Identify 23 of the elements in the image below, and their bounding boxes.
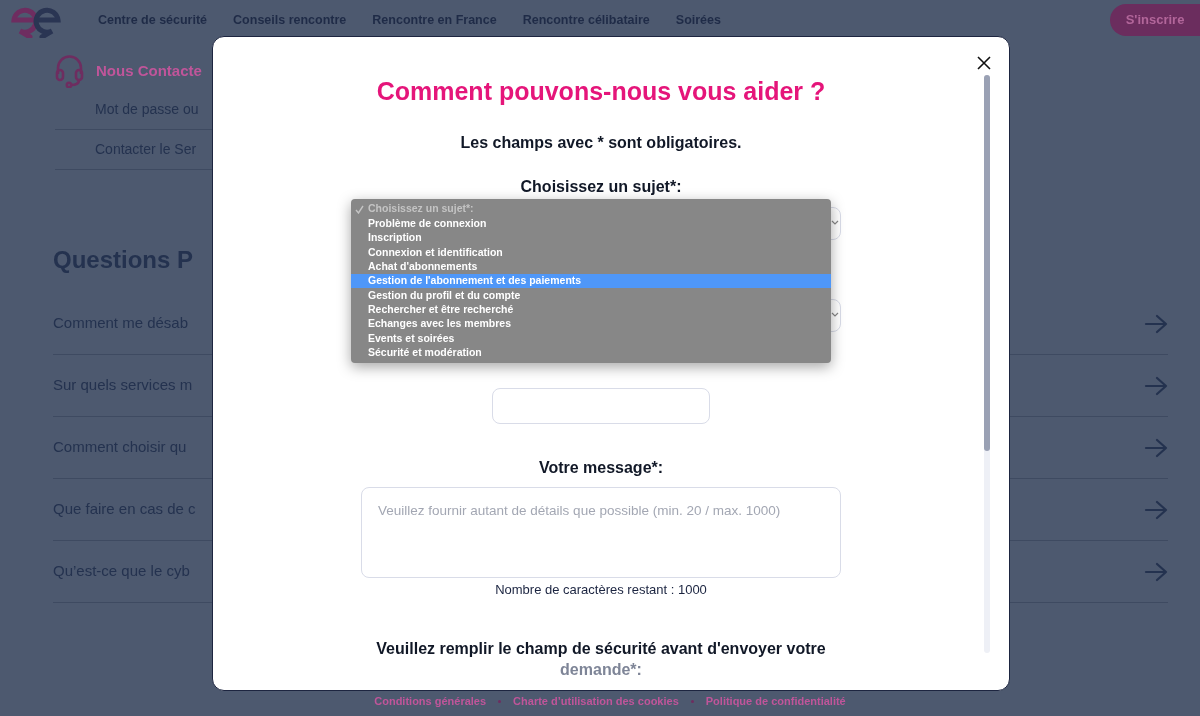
signup-button[interactable]: S'inscrire xyxy=(1110,4,1200,36)
footer-link[interactable]: Conditions générales xyxy=(374,693,487,710)
message-textarea[interactable]: Veuillez fournir autant de détails que possible (min. 20 / max. 1000) xyxy=(361,486,841,578)
dropdown-option[interactable]: Events et soirées xyxy=(351,331,831,346)
modal-title: Comment pouvons-nous vous aider ? xyxy=(376,76,826,107)
security-label: demande*: xyxy=(560,661,642,678)
security-label: Veuillez remplir le champ de sécurité avant d'envoyer votre xyxy=(376,639,826,659)
char-count: Nombre de caractères restant : 1000 xyxy=(495,580,707,599)
contact-title: Nous Contacte xyxy=(96,60,202,81)
dropdown-option[interactable]: Achat d'abonnements xyxy=(351,259,831,274)
dropdown-option[interactable]: Connexion et identification xyxy=(351,245,831,260)
subject-label: Choisissez un sujet*: xyxy=(520,176,682,197)
dropdown-option[interactable]: Problème de connexion xyxy=(351,216,831,231)
message-label: Votre message*: xyxy=(538,457,664,478)
dropdown-option[interactable]: Inscription xyxy=(351,230,831,246)
dropdown-option[interactable]: Gestion de l'abonnement et des paiements xyxy=(351,273,831,289)
footer-link[interactable]: Politique de confidentialité xyxy=(705,693,846,710)
required-note: Les champs avec * sont obligatoires. xyxy=(460,132,742,153)
dropdown-option[interactable]: Gestion du profil et du compte xyxy=(351,288,831,303)
footer-link[interactable]: Charte d’utilisation des cookies xyxy=(513,693,679,710)
dropdown-option[interactable]: Sécurité et modération xyxy=(351,345,831,361)
dropdown-option[interactable]: Rechercher et être recherché xyxy=(351,302,831,318)
dropdown-option[interactable]: Echanges avec les membres xyxy=(351,317,831,332)
